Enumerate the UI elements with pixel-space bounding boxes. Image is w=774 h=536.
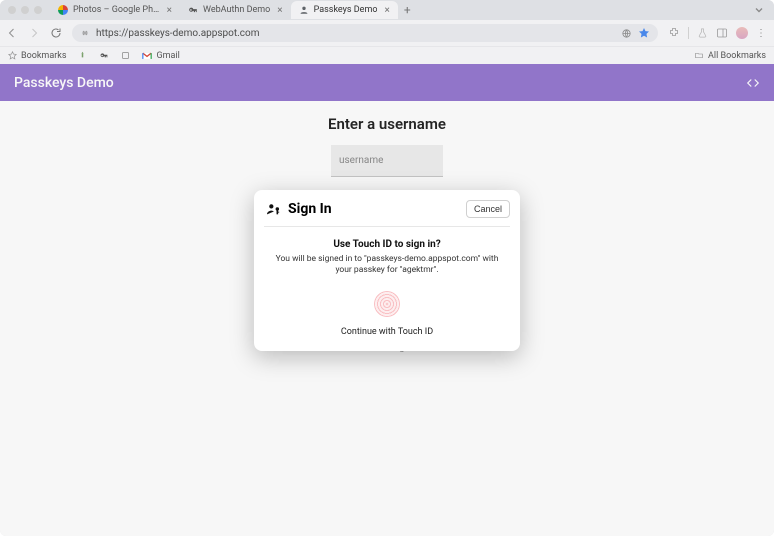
- close-dot[interactable]: [8, 6, 16, 14]
- dialog-question: Use Touch ID to sign in?: [268, 239, 506, 250]
- bookmark-gmail[interactable]: Gmail: [142, 51, 179, 61]
- tab-label: Passkeys Demo: [314, 5, 378, 15]
- fingerprint-icon[interactable]: [374, 291, 400, 317]
- tab-webauthn[interactable]: WebAuthn Demo ×: [180, 1, 291, 19]
- new-tab-button[interactable]: +: [398, 3, 417, 17]
- continue-label: Continue with Touch ID: [268, 327, 506, 337]
- address-bar[interactable]: https://passkeys-demo.appspot.com: [72, 24, 658, 42]
- bookmark-star-icon[interactable]: [638, 27, 650, 39]
- close-icon[interactable]: ×: [165, 5, 174, 16]
- site-settings-icon[interactable]: [80, 28, 90, 38]
- zoom-dot[interactable]: [34, 6, 42, 14]
- bookmark-star[interactable]: Bookmarks: [8, 51, 66, 61]
- tab-label: Photos – Google Photos: [73, 5, 160, 15]
- bookmarks-label: Bookmarks: [21, 51, 66, 61]
- page-title: Passkeys Demo: [14, 75, 114, 91]
- window-controls[interactable]: [4, 6, 50, 14]
- toolbar-actions: ⋮: [668, 27, 768, 39]
- forward-button[interactable]: [28, 27, 40, 39]
- url-text: https://passkeys-demo.appspot.com: [96, 28, 615, 39]
- person-icon: [299, 5, 309, 15]
- bookmark-gmail-label: Gmail: [156, 51, 179, 61]
- reload-button[interactable]: [50, 27, 62, 39]
- dialog-subtext: You will be signed in to "passkeys-demo.…: [268, 254, 506, 277]
- dialog-header: Sign In Cancel: [254, 190, 520, 226]
- translate-icon[interactable]: [621, 28, 632, 39]
- extensions-icon[interactable]: [668, 27, 680, 39]
- tab-photos[interactable]: Photos – Google Photos ×: [50, 1, 180, 19]
- tabs-dropdown-icon[interactable]: [754, 5, 770, 15]
- bookmark-item[interactable]: [121, 51, 130, 60]
- username-input[interactable]: username: [331, 145, 443, 177]
- person-key-icon: [266, 202, 282, 216]
- photos-icon: [58, 5, 68, 15]
- browser-window: Photos – Google Photos × WebAuthn Demo ×…: [0, 0, 774, 536]
- profile-avatar[interactable]: [736, 27, 748, 39]
- bookmark-key[interactable]: [99, 51, 109, 60]
- dialog-title: Sign In: [288, 201, 332, 217]
- separator: [688, 27, 689, 39]
- toolbar: https://passkeys-demo.appspot.com: [0, 20, 774, 46]
- minimize-dot[interactable]: [21, 6, 29, 14]
- tab-strip: Photos – Google Photos × WebAuthn Demo ×…: [0, 0, 774, 20]
- separator: [264, 226, 510, 227]
- bookmarks-bar: Bookmarks Gmail All Bookmarks: [0, 46, 774, 64]
- sidepanel-icon[interactable]: [716, 27, 728, 39]
- bookmark-item[interactable]: [78, 51, 87, 60]
- tab-label: WebAuthn Demo: [203, 5, 270, 15]
- all-bookmarks-label: All Bookmarks: [708, 51, 766, 61]
- dialog-body: Use Touch ID to sign in? You will be sig…: [254, 231, 520, 351]
- code-icon[interactable]: [746, 76, 760, 90]
- close-icon[interactable]: ×: [382, 5, 391, 16]
- tab-passkeys[interactable]: Passkeys Demo ×: [291, 1, 398, 19]
- touchid-dialog: Sign In Cancel Use Touch ID to sign in? …: [254, 190, 520, 351]
- menu-icon[interactable]: ⋮: [756, 28, 766, 39]
- heading: Enter a username: [328, 115, 446, 133]
- app-bar: Passkeys Demo: [0, 64, 774, 101]
- placeholder-text: username: [339, 155, 383, 166]
- back-button[interactable]: [6, 27, 18, 39]
- close-icon[interactable]: ×: [275, 5, 284, 16]
- cancel-button[interactable]: Cancel: [466, 200, 510, 218]
- all-bookmarks-button[interactable]: All Bookmarks: [694, 51, 766, 61]
- labs-icon[interactable]: [697, 27, 708, 39]
- key-icon: [188, 5, 198, 15]
